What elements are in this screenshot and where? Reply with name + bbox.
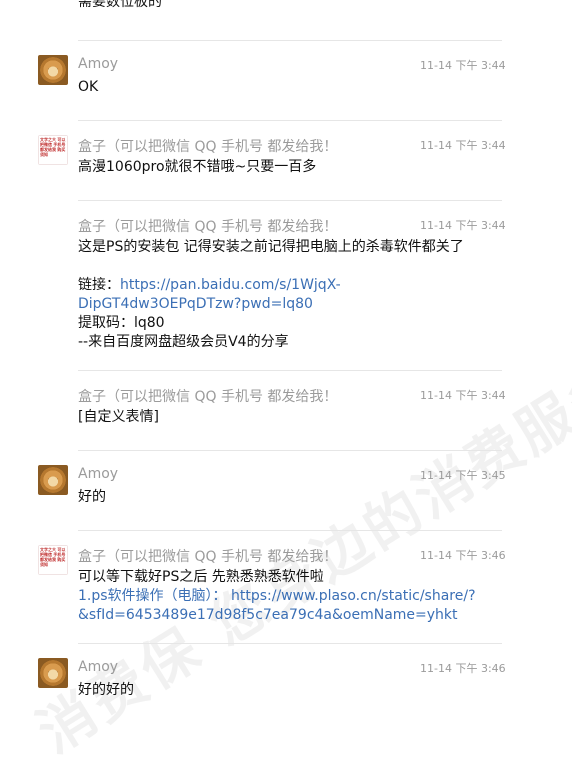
avatar[interactable]: 文字之大 可以把微信 手机号 都发给我 购买须知 xyxy=(38,135,68,165)
link-label: 链接：https://pan.baidu.com/s/1WjqX- xyxy=(78,275,341,295)
link-line: 1.ps软件操作（电脑）： https://www.plaso.cn/stati… xyxy=(78,586,476,606)
sender-name[interactable]: 盒子（可以把微信 QQ 手机号 都发给我！ xyxy=(78,546,337,566)
extract-code: 提取码：lq80 xyxy=(78,315,165,331)
message-time: 11-14 下午 3:44 xyxy=(420,139,506,152)
message-text: [自定义表情] xyxy=(78,409,159,425)
avatar[interactable] xyxy=(38,465,68,495)
sender-name[interactable]: Amoy xyxy=(78,56,118,72)
avatar[interactable] xyxy=(38,658,68,688)
ps-course-label[interactable]: 1.ps软件操作（电脑）： xyxy=(78,588,227,604)
message-time: 11-14 下午 3:44 xyxy=(420,389,506,402)
dog-avatar-icon xyxy=(38,55,68,85)
share-note: --来自百度网盘超级会员V4的分享 xyxy=(78,334,289,350)
box-avatar-icon: 文字之大 可以把微信 手机号 都发给我 购买须知 xyxy=(38,135,68,165)
avatar[interactable] xyxy=(38,55,68,85)
dog-avatar-icon xyxy=(38,658,68,688)
plaso-link-cont[interactable]: &sfId=6453489e17d98f5c7ea79c4a&oemName=y… xyxy=(78,605,458,625)
message-divider xyxy=(78,530,502,531)
link-prefix: 链接： xyxy=(78,277,120,293)
message-divider xyxy=(78,370,502,371)
message-divider xyxy=(78,643,502,644)
message-divider xyxy=(78,40,502,41)
message-divider xyxy=(78,200,502,201)
sender-name[interactable]: 盒子（可以把微信 QQ 手机号 都发给我！ xyxy=(78,216,337,236)
message-text: OK xyxy=(78,79,99,95)
message-time: 11-14 下午 3:46 xyxy=(420,549,506,562)
sender-name[interactable]: Amoy xyxy=(78,659,118,675)
sender-name[interactable]: 盒子（可以把微信 QQ 手机号 都发给我！ xyxy=(78,136,337,156)
dog-avatar-icon xyxy=(38,465,68,495)
message-time: 11-14 下午 3:44 xyxy=(420,59,506,72)
message-time: 11-14 下午 3:44 xyxy=(420,219,506,232)
baidu-link[interactable]: https://pan.baidu.com/s/1WjqX- xyxy=(120,277,341,293)
sender-name[interactable]: 盒子（可以把微信 QQ 手机号 都发给我！ xyxy=(78,386,337,406)
plaso-link[interactable]: https://www.plaso.cn/static/share/? xyxy=(231,588,476,604)
sender-name[interactable]: Amoy xyxy=(78,466,118,482)
message-divider xyxy=(78,450,502,451)
message-text: 好的 xyxy=(78,489,106,505)
avatar[interactable]: 文字之大 可以把微信 手机号 都发给我 购买须知 xyxy=(38,545,68,575)
message-divider xyxy=(78,120,502,121)
box-avatar-icon: 文字之大 可以把微信 手机号 都发给我 购买须知 xyxy=(38,545,68,575)
partial-message-text: 需要数位板的 xyxy=(78,0,162,10)
message-text: 高漫1060pro就很不错哦~只要一百多 xyxy=(78,159,317,175)
message-time: 11-14 下午 3:46 xyxy=(420,662,506,675)
message-text: 这是PS的安装包 记得安装之前记得把电脑上的杀毒软件都关了 xyxy=(78,239,464,255)
baidu-link-cont[interactable]: DipGT4dw3OEPqDTzw?pwd=lq80 xyxy=(78,294,313,314)
message-text: 可以等下载好PS之后 先熟悉熟悉软件啦 xyxy=(78,569,324,585)
message-text: 好的好的 xyxy=(78,682,134,698)
message-time: 11-14 下午 3:45 xyxy=(420,469,506,482)
